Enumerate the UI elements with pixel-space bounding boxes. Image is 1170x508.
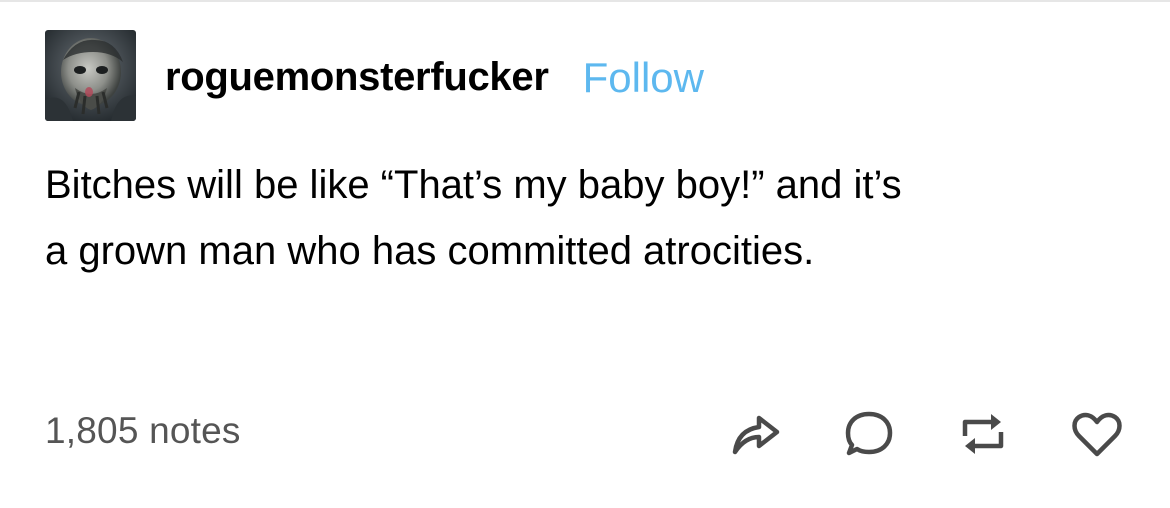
reply-button[interactable] <box>841 406 897 462</box>
like-icon <box>1072 412 1122 457</box>
post-text-line: Bitches will be like “That’s my baby boy… <box>45 163 902 207</box>
reblog-button[interactable] <box>955 406 1011 462</box>
reblog-icon <box>962 414 1004 454</box>
post-text-line: a grown man who has committed atrocities… <box>45 229 815 273</box>
username[interactable]: roguemonsterfucker <box>165 55 549 100</box>
post-footer: 1,805 notes <box>45 406 1125 462</box>
share-button[interactable] <box>727 406 783 462</box>
post-actions <box>727 406 1125 462</box>
post-body: Bitches will be like “That’s my baby boy… <box>45 152 1135 284</box>
reply-icon <box>845 411 893 456</box>
follow-button[interactable]: Follow <box>583 54 704 102</box>
share-icon <box>732 415 780 455</box>
like-button[interactable] <box>1069 406 1125 462</box>
post-header: roguemonsterfucker Follow <box>45 30 704 121</box>
notes-count[interactable]: 1,805 notes <box>45 410 241 452</box>
avatar[interactable] <box>45 30 136 121</box>
avatar-image <box>45 30 136 121</box>
top-divider <box>0 0 1170 2</box>
